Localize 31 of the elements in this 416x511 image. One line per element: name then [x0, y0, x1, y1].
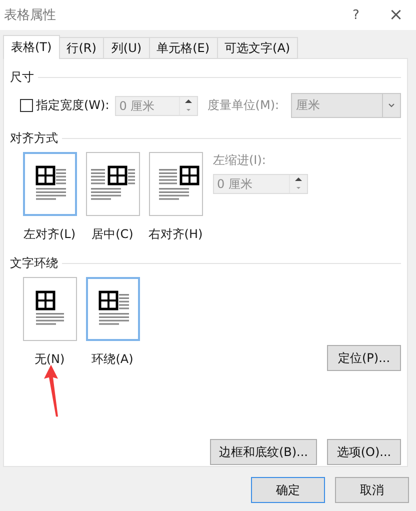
dialog-button[interactable]: 选项(O)...	[327, 439, 401, 465]
tab[interactable]: 列(U)	[103, 37, 150, 59]
option-label: 环绕(A)	[92, 351, 134, 368]
dialog-button[interactable]: 边框和底纹(B)...	[210, 439, 317, 465]
alignment-option[interactable]	[148, 152, 202, 216]
section-title: 尺寸	[10, 68, 34, 86]
tab[interactable]: 表格(T)	[3, 35, 60, 59]
checkbox[interactable]	[20, 99, 33, 112]
tab[interactable]: 单元格(E)	[148, 37, 218, 59]
alignment-option[interactable]	[86, 152, 140, 216]
option-label: 无(N)	[34, 351, 65, 368]
field-label: 度量单位(M):	[207, 97, 280, 114]
field-label: 左缩进(I):	[213, 152, 267, 169]
wrapping-option[interactable]	[86, 277, 140, 341]
section-title: 对齐方式	[10, 130, 58, 146]
help-button[interactable]: ?	[336, 0, 376, 30]
window-title: 表格属性	[4, 7, 57, 24]
option-label: 右对齐(H)	[148, 226, 203, 243]
tab[interactable]: 可选文字(A)	[216, 37, 298, 59]
ok-button[interactable]: 确定	[251, 477, 325, 503]
wrapping-option[interactable]	[22, 277, 76, 341]
close-button[interactable]: ×	[376, 0, 416, 30]
cancel-button[interactable]: 取消	[335, 477, 409, 503]
position-button[interactable]: 定位(P)...	[327, 345, 401, 371]
option-label: 左对齐(L)	[23, 226, 76, 243]
section-title: 文字环绕	[10, 254, 58, 272]
checkbox-label: 指定宽度(W):	[36, 97, 110, 114]
tab[interactable]: 行(R)	[58, 37, 104, 59]
option-label: 居中(C)	[92, 226, 134, 243]
table-layout-icon	[88, 165, 136, 203]
alignment-option[interactable]	[22, 152, 76, 216]
